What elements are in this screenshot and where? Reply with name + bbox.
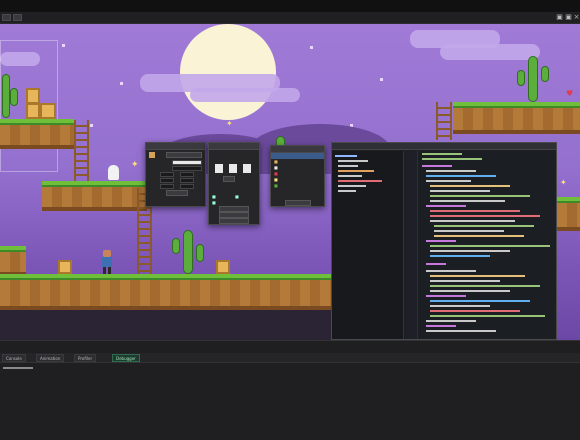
number-field[interactable] xyxy=(160,178,174,183)
cloud xyxy=(440,44,540,60)
inspector-button[interactable] xyxy=(166,152,202,158)
tab-console[interactable]: Console xyxy=(2,354,26,362)
number-field[interactable] xyxy=(180,172,194,177)
cactus xyxy=(172,238,180,254)
platform[interactable] xyxy=(0,246,26,276)
number-field[interactable] xyxy=(160,172,174,177)
crate[interactable] xyxy=(40,103,56,119)
moon xyxy=(180,24,276,120)
star-icon[interactable]: ✦ xyxy=(226,120,233,128)
window-title-bar[interactable] xyxy=(146,143,205,150)
heart-icon[interactable]: ♥ xyxy=(566,90,573,98)
star xyxy=(380,78,383,81)
frame-thumbnail[interactable] xyxy=(215,164,223,173)
star-icon[interactable]: ✦ xyxy=(560,179,567,187)
object-icon: ■ xyxy=(274,177,278,182)
cactus xyxy=(183,230,193,274)
star xyxy=(120,82,123,85)
crate[interactable] xyxy=(216,260,230,274)
animation-frames-row xyxy=(209,162,259,176)
menu-button[interactable] xyxy=(13,14,22,21)
frame-thumbnail[interactable] xyxy=(229,164,237,173)
object-icon: ■ xyxy=(274,183,278,188)
animation-window[interactable]: ■ ■ ■ xyxy=(208,142,260,225)
platform[interactable] xyxy=(42,181,147,211)
menu-button[interactable] xyxy=(2,14,11,21)
animation-button[interactable] xyxy=(219,218,249,224)
platform[interactable] xyxy=(453,102,580,134)
object-list-item[interactable]: ■ xyxy=(271,183,324,189)
window-icon[interactable]: ▣ xyxy=(565,14,572,21)
star xyxy=(310,46,313,49)
text-field[interactable] xyxy=(172,166,202,171)
platform[interactable] xyxy=(557,197,580,231)
tab-debugger[interactable]: Debugger xyxy=(112,354,140,362)
object-icon: ■ xyxy=(274,159,278,164)
tab-animation[interactable]: Animation xyxy=(36,354,65,362)
cactus xyxy=(528,56,538,102)
inspector-row xyxy=(146,190,205,196)
console-line xyxy=(3,367,33,369)
star xyxy=(62,44,65,47)
sprite-icon xyxy=(149,152,155,158)
tab-profiler[interactable]: Profiler xyxy=(74,354,97,362)
console-tab-strip: Console Animation Profiler Debugger xyxy=(0,353,580,363)
star xyxy=(90,124,93,127)
ground-platform[interactable] xyxy=(0,274,331,310)
window-title-bar[interactable] xyxy=(271,146,324,153)
object-icon: ■ xyxy=(274,165,278,170)
text-field[interactable] xyxy=(172,160,202,165)
menu-bar: ▣ ▣ × xyxy=(0,12,580,24)
crate[interactable] xyxy=(58,260,72,274)
crate[interactable] xyxy=(26,103,40,119)
cactus xyxy=(2,74,10,118)
crate[interactable] xyxy=(26,88,40,104)
object-icon: ■ xyxy=(274,171,278,176)
star-icon[interactable]: ✦ xyxy=(131,161,139,170)
window-title-bar[interactable] xyxy=(209,143,259,150)
inspector-button[interactable] xyxy=(166,190,188,196)
cactus xyxy=(196,244,204,262)
objects-button[interactable] xyxy=(285,200,311,206)
animation-row xyxy=(209,218,259,224)
entity-inspector-window[interactable] xyxy=(145,142,206,207)
code-text[interactable] xyxy=(332,143,558,341)
cactus xyxy=(10,88,18,106)
ground-shadow xyxy=(0,310,331,340)
console-panel[interactable]: Console Animation Profiler Debugger xyxy=(0,340,580,440)
player-character[interactable] xyxy=(102,250,112,274)
cactus xyxy=(541,66,549,82)
title-bar xyxy=(0,0,580,12)
ladder xyxy=(436,102,452,140)
inspector-row xyxy=(146,150,205,160)
code-editor-window[interactable] xyxy=(331,142,557,340)
cloud xyxy=(190,88,300,102)
frame-thumbnail[interactable] xyxy=(243,164,251,173)
objects-window[interactable]: ■ ■ ■ ■ ■ xyxy=(270,145,325,207)
editor-root: ▣ ▣ × ✦ ♥ ✦ ✦ ■ ■ ■ ■ ■ ■ ■ ■ Console An… xyxy=(0,0,580,440)
platform[interactable] xyxy=(0,119,74,149)
window-icon[interactable]: ▣ xyxy=(556,14,563,21)
close-icon[interactable]: × xyxy=(573,14,580,21)
number-field[interactable] xyxy=(160,184,174,189)
ladder xyxy=(74,120,89,182)
number-field[interactable] xyxy=(180,184,194,189)
ghost-enemy[interactable] xyxy=(108,165,119,180)
number-field[interactable] xyxy=(180,178,194,183)
cactus xyxy=(517,70,525,86)
